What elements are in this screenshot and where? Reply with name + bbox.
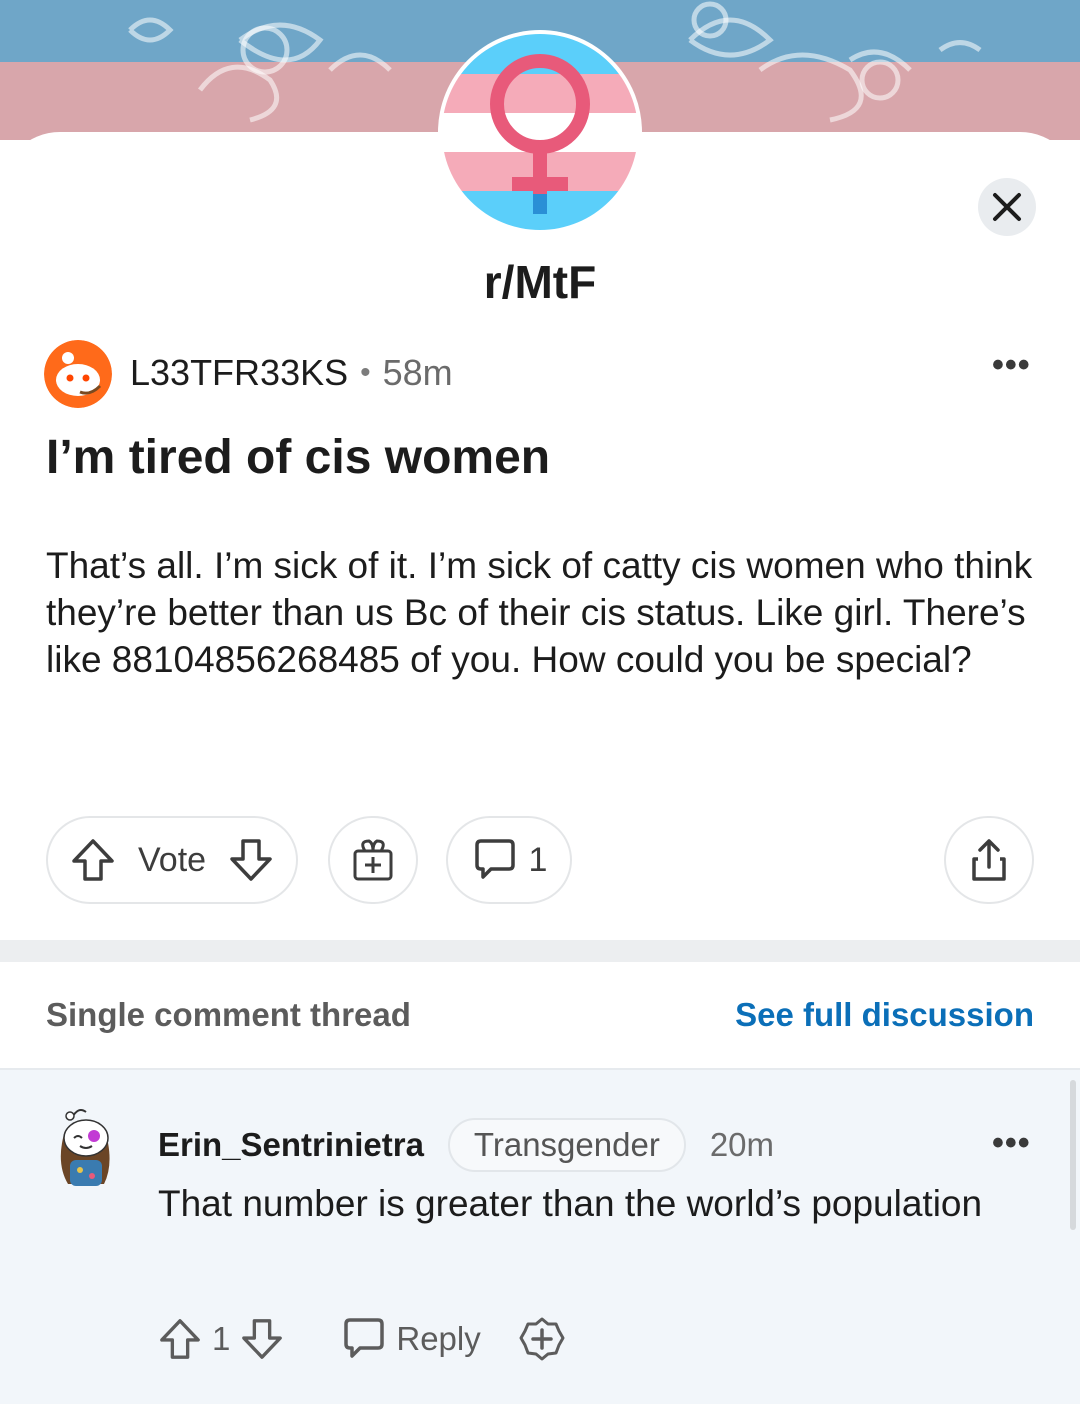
- comment-item: Erin_Sentrinietra Transgender 20m ••• Th…: [0, 1068, 1080, 1404]
- comment-actions: 1 Reply: [158, 1316, 565, 1362]
- comment-meta: Erin_Sentrinietra Transgender 20m: [158, 1118, 774, 1172]
- snoo-avatar-icon: [44, 340, 112, 408]
- comment-body: That number is greater than the world’s …: [158, 1183, 983, 1224]
- post-meta: L33TFR33KS • 58m: [130, 352, 453, 394]
- section-divider: [0, 940, 1080, 962]
- close-button[interactable]: [978, 178, 1036, 236]
- comment-time: 20m: [709, 1126, 775, 1163]
- vote-control: Vote: [46, 816, 298, 904]
- comment-more-options-button[interactable]: •••: [992, 1124, 1031, 1163]
- post-title: I’m tired of cis women: [46, 431, 551, 484]
- post-body: That’s all. I’m sick of it. I’m sick of …: [46, 545, 1033, 680]
- scrollbar[interactable]: [1070, 1080, 1076, 1230]
- community-avatar[interactable]: [442, 34, 638, 230]
- vote-label: Vote: [138, 840, 207, 879]
- comment-bubble-icon: [344, 1318, 385, 1358]
- see-full-discussion-link[interactable]: See full discussion: [735, 996, 1034, 1034]
- community-name[interactable]: r/MtF: [0, 255, 1080, 309]
- share-button[interactable]: [944, 816, 1034, 904]
- comment-vote-count: 1: [212, 1320, 231, 1357]
- female-symbol-icon: [442, 34, 638, 230]
- comment-upvote-button[interactable]: [158, 1317, 202, 1361]
- user-flair: Transgender: [447, 1118, 686, 1172]
- comment-award-button[interactable]: [519, 1316, 565, 1362]
- close-icon: [993, 193, 1021, 221]
- thread-label: Single comment thread: [46, 996, 411, 1033]
- comment-count: 1: [528, 840, 548, 879]
- reply-label: Reply: [396, 1320, 481, 1357]
- post-author[interactable]: L33TFR33KS: [130, 352, 348, 394]
- post-more-options-button[interactable]: •••: [992, 346, 1031, 385]
- commenter-avatar[interactable]: [50, 1104, 122, 1190]
- gift-award-icon: [353, 839, 393, 881]
- meta-separator: •: [360, 356, 371, 389]
- share-icon: [972, 839, 1006, 881]
- reply-button[interactable]: Reply: [340, 1316, 481, 1362]
- comment-bubble-icon: [474, 839, 515, 879]
- post-time: 58m: [382, 352, 453, 393]
- upvote-arrow-icon: [160, 1319, 200, 1359]
- comments-button[interactable]: 1: [446, 816, 572, 904]
- comment-author[interactable]: Erin_Sentrinietra: [158, 1126, 424, 1164]
- downvote-arrow-icon: [242, 1319, 283, 1359]
- upvote-arrow-icon: [72, 839, 114, 881]
- upvote-button[interactable]: [70, 837, 116, 883]
- comment-downvote-button[interactable]: [240, 1317, 284, 1361]
- downvote-arrow-icon: [230, 839, 272, 881]
- award-plus-icon: [519, 1317, 565, 1361]
- award-button[interactable]: [328, 816, 418, 904]
- author-avatar[interactable]: [44, 340, 112, 408]
- snoo-avatar-icon: [60, 1109, 110, 1186]
- downvote-button[interactable]: [228, 837, 274, 883]
